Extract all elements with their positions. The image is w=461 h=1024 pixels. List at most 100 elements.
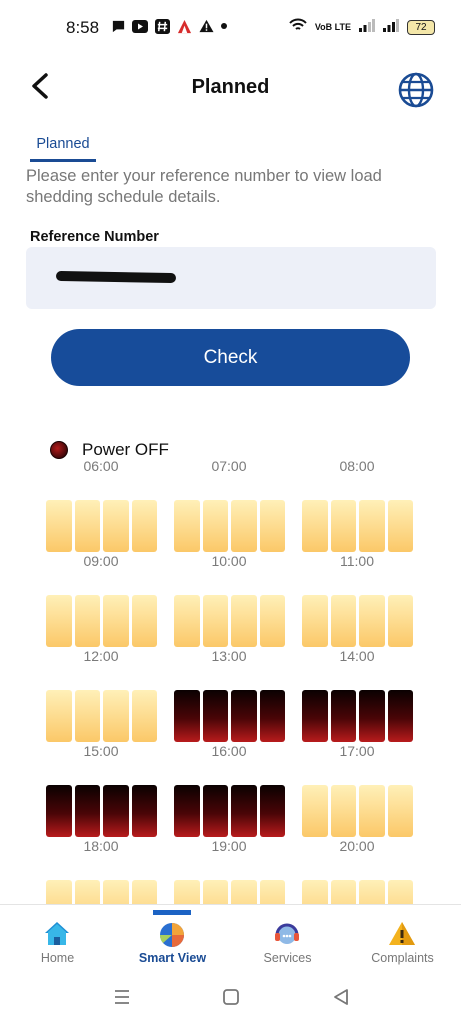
power-on-slot [131, 595, 157, 647]
power-on-slot [259, 880, 285, 904]
check-button[interactable]: Check [51, 329, 410, 386]
power-off-slot [231, 785, 257, 837]
home-icon [45, 922, 69, 945]
app-header: Planned [0, 60, 461, 114]
power-off-slot [131, 785, 157, 837]
hour-label: 19:00 [211, 838, 247, 854]
language-button[interactable] [396, 70, 436, 110]
power-on-slot [387, 880, 413, 904]
power-on-slot [302, 500, 328, 552]
power-on-slot [131, 690, 157, 742]
active-tab-indicator [153, 910, 191, 915]
power-on-slot [302, 880, 328, 904]
redaction-mark [55, 270, 177, 284]
hour-label: 15:00 [83, 743, 119, 759]
power-on-slot [74, 690, 100, 742]
hour-label: 11:00 [340, 553, 374, 569]
legend-label: Power OFF [82, 440, 169, 459]
tab-planned-label: Planned [36, 136, 90, 152]
nav-complaints-label: Complaints [371, 951, 434, 965]
power-off-slot [302, 690, 328, 742]
power-off-slot [103, 785, 129, 837]
system-nav-bar [0, 972, 461, 1024]
system-status-icons: VoB LTE 72 [289, 18, 435, 37]
chat-icon [110, 18, 126, 34]
headset-icon [275, 923, 299, 944]
hour-label: 17:00 [339, 743, 375, 759]
power-on-slot [46, 690, 72, 742]
wifi-icon [289, 18, 307, 37]
power-on-slot [359, 785, 385, 837]
hour-label: 06:00 [83, 458, 119, 474]
signal-icon [383, 18, 399, 37]
hour-label: 18:00 [83, 838, 119, 854]
hour-block-0900 [46, 595, 157, 647]
hour-block-0800 [302, 500, 413, 552]
power-on-slot [46, 500, 72, 552]
hour-block-1900 [174, 880, 285, 904]
hour-block-1000 [174, 595, 285, 647]
power-on-slot [387, 785, 413, 837]
hour-block-1800 [46, 880, 157, 904]
home-button-icon[interactable] [219, 986, 243, 1008]
power-on-slot [202, 595, 228, 647]
power-on-slot [330, 595, 356, 647]
hashtag-icon [154, 18, 170, 34]
nav-smart-view[interactable]: Smart View [115, 905, 230, 973]
menu-icon[interactable] [110, 986, 134, 1008]
hour-block-0600 [46, 500, 157, 552]
power-off-slot [202, 785, 228, 837]
hour-block-0700 [174, 500, 285, 552]
power-on-slot [202, 500, 228, 552]
warning-icon [389, 922, 415, 945]
back-triangle-icon[interactable] [329, 986, 353, 1008]
power-on-slot [74, 880, 100, 904]
instructions-text: Please enter your reference number to vi… [26, 167, 382, 206]
power-on-slot [103, 500, 129, 552]
power-off-slot [174, 785, 200, 837]
hour-label: 09:00 [83, 553, 119, 569]
power-on-slot [259, 500, 285, 552]
hour-block-1600 [174, 785, 285, 837]
hour-label: 14:00 [339, 648, 375, 664]
power-on-slot [131, 500, 157, 552]
hour-block-1700 [302, 785, 413, 837]
status-time: 8:58 [66, 18, 100, 37]
tab-planned[interactable]: Planned [30, 136, 96, 162]
app-icon [176, 18, 192, 34]
power-on-slot [330, 785, 356, 837]
nav-services[interactable]: Services [230, 905, 345, 973]
power-on-slot [330, 880, 356, 904]
nav-home[interactable]: Home [0, 905, 115, 973]
power-on-slot [46, 595, 72, 647]
dot-icon [220, 18, 228, 34]
power-off-slot [359, 690, 385, 742]
hour-block-1200 [46, 690, 157, 742]
bottom-nav: Home Smart View Services Complaints [0, 904, 461, 972]
warning-icon [198, 18, 214, 34]
power-on-slot [103, 690, 129, 742]
power-on-slot [202, 880, 228, 904]
power-on-slot [231, 500, 257, 552]
tab-underline [30, 159, 96, 162]
power-off-swatch [50, 441, 68, 459]
power-off-slot [231, 690, 257, 742]
power-off-slot [202, 690, 228, 742]
notification-icons [110, 18, 228, 34]
nav-smart-view-label: Smart View [138, 951, 207, 965]
power-on-slot [302, 595, 328, 647]
hour-label: 16:00 [211, 743, 247, 759]
power-off-slot [387, 690, 413, 742]
nav-complaints[interactable]: Complaints [345, 905, 460, 973]
signal-icon [359, 18, 375, 37]
hour-block-1500 [46, 785, 157, 837]
status-bar: 8:58 VoB LTE 72 [0, 0, 461, 56]
pie-chart-icon [159, 923, 184, 947]
power-on-slot [330, 500, 356, 552]
hour-label: 07:00 [211, 458, 247, 474]
power-on-slot [302, 785, 328, 837]
hour-label: 20:00 [339, 838, 375, 854]
power-on-slot [359, 880, 385, 904]
power-off-slot [259, 690, 285, 742]
power-on-slot [174, 880, 200, 904]
